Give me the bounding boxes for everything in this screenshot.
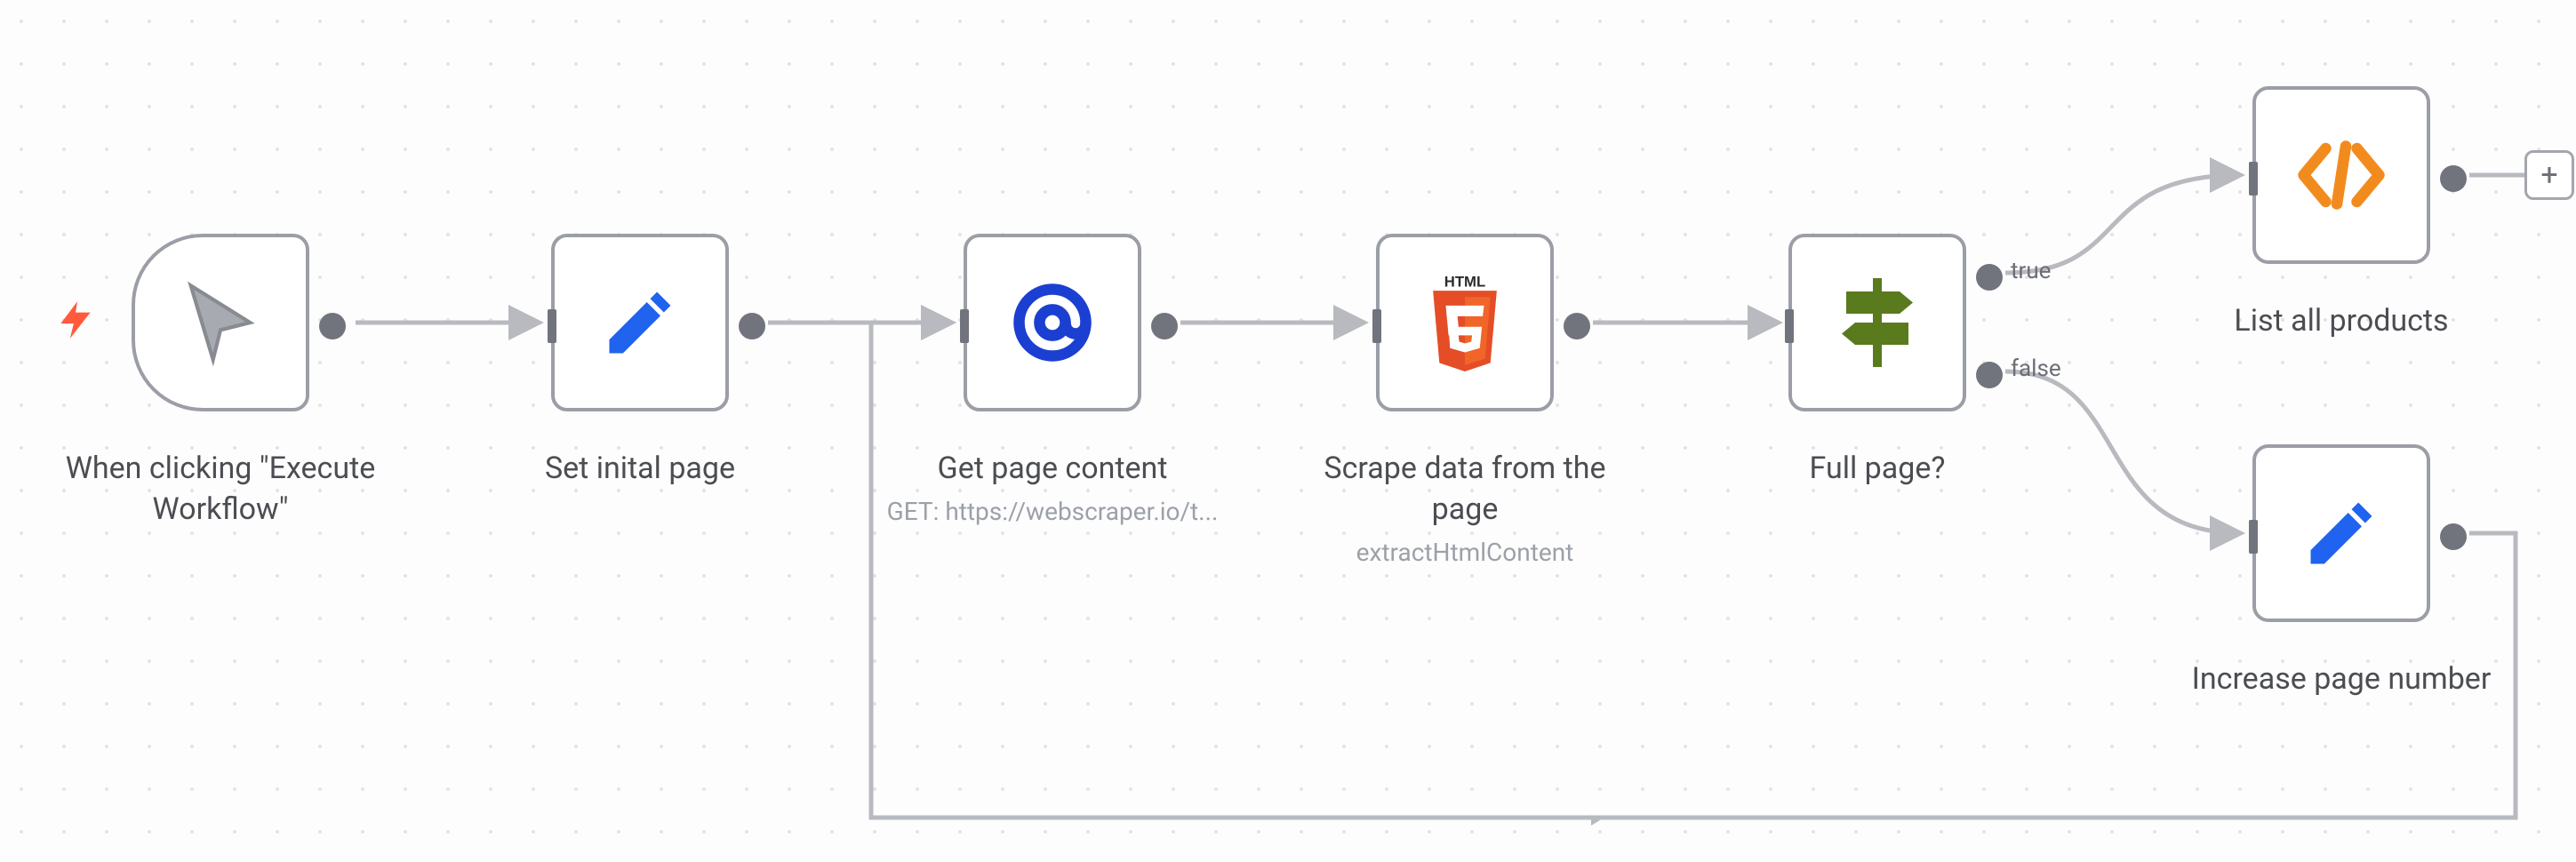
port-out[interactable]	[1151, 313, 1178, 339]
html5-icon: HTML	[1420, 274, 1509, 371]
node-scrape-data[interactable]: HTML	[1376, 234, 1554, 411]
svg-text:HTML: HTML	[1444, 274, 1485, 290]
port-in[interactable]	[960, 309, 969, 343]
signpost-icon	[1833, 274, 1922, 371]
node-list-all-products[interactable]	[2252, 86, 2430, 264]
pencil-icon	[2300, 492, 2382, 574]
port-in[interactable]	[2249, 520, 2258, 554]
node-trigger-label: When clicking "Execute Workflow"	[43, 449, 398, 531]
node-scrape-label: Scrape data from the page extractHtmlCon…	[1287, 449, 1643, 570]
add-node-button[interactable]: +	[2524, 150, 2574, 200]
workflow-canvas[interactable]: When clicking "Execute Workflow" Set ini…	[0, 0, 2576, 862]
port-out[interactable]	[739, 313, 765, 339]
port-out[interactable]	[2440, 165, 2467, 192]
node-get-page-sublabel: GET: https://webscraper.io/t...	[875, 495, 1230, 529]
node-trigger[interactable]	[132, 234, 309, 411]
trigger-lightning-icon	[53, 293, 98, 350]
connectors-layer	[0, 0, 2576, 862]
plus-icon: +	[2540, 157, 2557, 193]
node-scrape-sublabel: extractHtmlContent	[1287, 536, 1643, 570]
port-in[interactable]	[1372, 309, 1381, 343]
port-in[interactable]	[2249, 162, 2258, 196]
node-get-page-label: Get page content GET: https://webscraper…	[875, 449, 1230, 529]
port-out[interactable]	[2440, 523, 2467, 550]
port-out[interactable]	[319, 313, 346, 339]
node-full-page-label: Full page?	[1700, 449, 2055, 490]
port-out-true[interactable]	[1976, 264, 2003, 291]
port-out[interactable]	[1564, 313, 1590, 339]
port-in[interactable]	[548, 309, 556, 343]
node-increase-page-number[interactable]	[2252, 444, 2430, 622]
node-set-initial-page[interactable]	[551, 234, 729, 411]
node-full-page-if[interactable]	[1788, 234, 1966, 411]
pencil-icon	[599, 282, 681, 363]
port-in[interactable]	[1785, 309, 1794, 343]
node-set-initial-label: Set inital page	[462, 449, 818, 490]
code-icon	[2297, 140, 2386, 211]
node-increase-label: Increase page number	[2164, 659, 2519, 700]
node-list-all-label: List all products	[2164, 301, 2519, 342]
branch-true-label: true	[2011, 258, 2051, 284]
port-out-false[interactable]	[1976, 362, 2003, 388]
branch-false-label: false	[2011, 355, 2061, 382]
node-get-page-content[interactable]	[964, 234, 1141, 411]
at-sign-icon	[1008, 278, 1097, 367]
cursor-icon	[176, 278, 265, 367]
